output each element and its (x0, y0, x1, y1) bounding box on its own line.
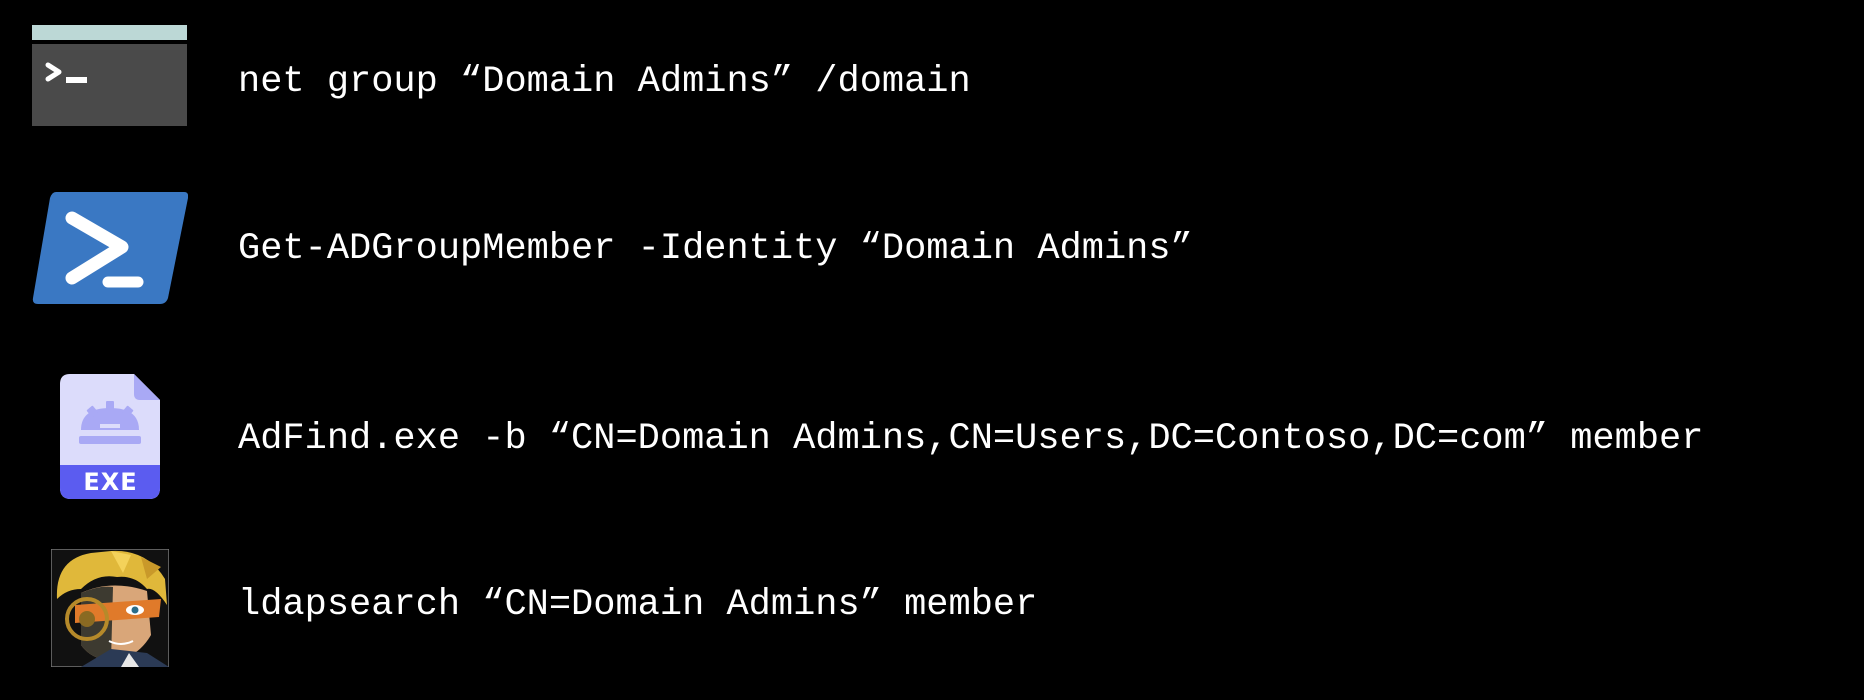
exe-file-icon: EXE (60, 374, 161, 500)
command-text: net group “Domain Admins” /domain (238, 61, 971, 103)
cmd-terminal-icon (32, 25, 187, 126)
exe-icon-label: EXE (83, 468, 138, 496)
powershell-icon (32, 190, 188, 306)
command-text: Get-ADGroupMember -Identity “Domain Admi… (238, 228, 1193, 270)
ldapsearch-avatar-icon (51, 549, 169, 667)
slide: net group “Domain Admins” /domain Get-AD… (0, 0, 1864, 700)
command-text: AdFind.exe -b “CN=Domain Admins,CN=Users… (238, 418, 1704, 460)
command-text: ldapsearch “CN=Domain Admins” member (238, 584, 1038, 626)
